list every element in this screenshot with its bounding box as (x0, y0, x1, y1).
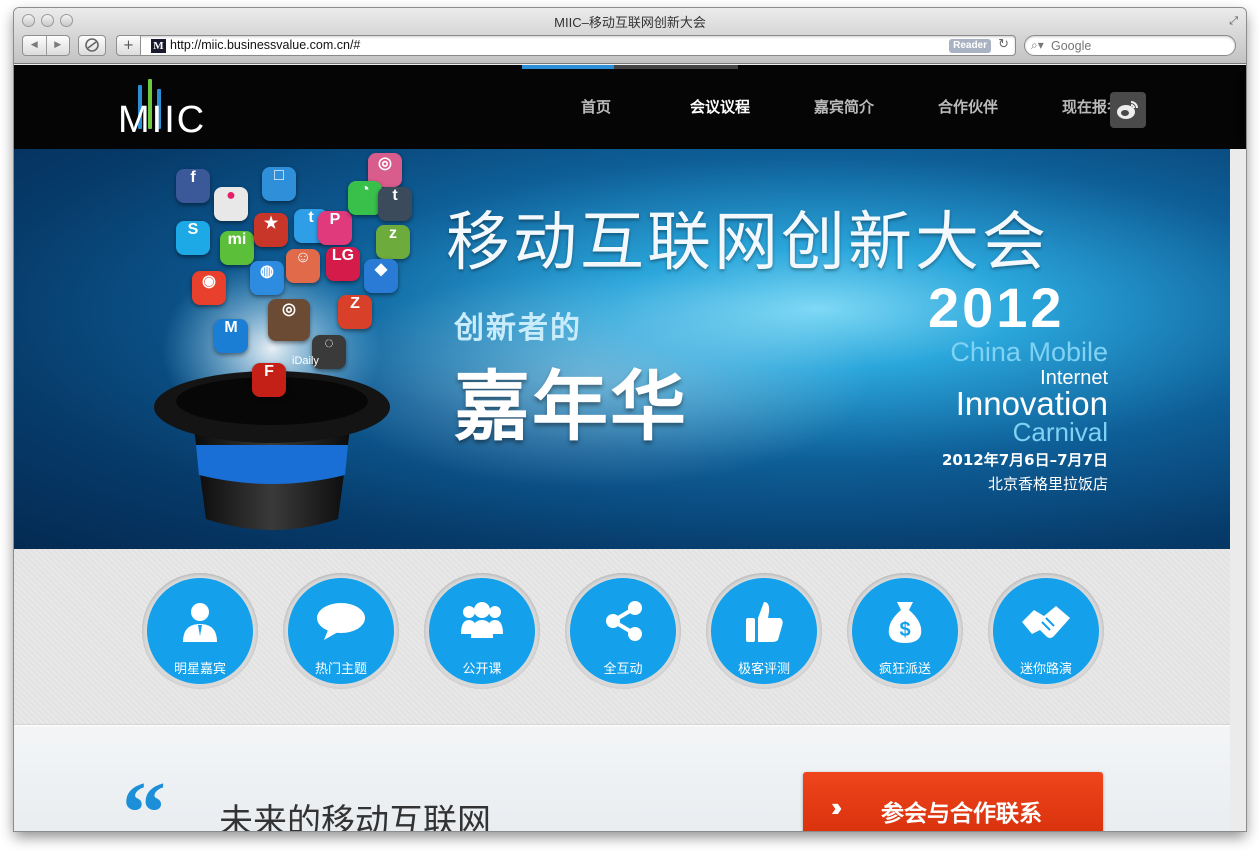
feature-circle: 全互动 (570, 578, 676, 684)
search-icon[interactable]: ⌕▾ (1031, 38, 1044, 53)
zite-icon: z (376, 225, 410, 259)
feature-circle: 迷你路演 (993, 578, 1099, 684)
history-buttons: ◀ ▶ (22, 35, 70, 56)
url-text[interactable]: http://miic.businessvalue.com.cn/# (170, 38, 360, 52)
hat-label: iDaily (292, 355, 319, 367)
banner-year: 2012 (928, 276, 1065, 339)
reader-button[interactable]: Reader (949, 39, 991, 53)
back-icon[interactable]: ◀ (23, 36, 46, 55)
section-title: 未来的移动互联网 (219, 802, 491, 831)
address-bar[interactable]: + M http://miic.businessvalue.com.cn/# R… (116, 35, 1016, 56)
share-page-icon (85, 38, 99, 52)
weibo-icon (1117, 101, 1138, 119)
feature-label: 全互动 (603, 662, 643, 677)
share-icon (570, 600, 676, 642)
search-input[interactable] (1051, 38, 1226, 53)
vertical-scrollbar[interactable] (1236, 73, 1244, 143)
feature-strip: 明星嘉宾 热门主题 公开课 全互动 极客评测 $ 疯狂派送 迷你路演 (14, 549, 1230, 725)
quote-icon: “ (122, 765, 166, 832)
feature-label: 极客评测 (737, 662, 790, 677)
mask-icon: ☺ (286, 249, 320, 283)
feature-circle: 公开课 (429, 578, 535, 684)
search-field[interactable]: ⌕▾ (1024, 35, 1236, 56)
person-icon (147, 600, 253, 642)
content-section: “ 未来的移动互联网 ›› 参会与合作联系 (14, 725, 1230, 831)
window-title: MIIC–移动互联网创新大会 (554, 15, 706, 30)
svg-text:$: $ (899, 619, 910, 641)
handshake-icon (993, 600, 1099, 642)
browser-window: MIIC–移动互联网创新大会 ⤢ ◀ ▶ + M http://miic.bus… (14, 8, 1246, 831)
star-icon: ★ (254, 213, 288, 247)
reload-icon[interactable]: ↻ (998, 37, 1009, 52)
nav-partners[interactable]: 合作伙伴 (906, 65, 1030, 149)
feature-open-class[interactable]: 公开课 (424, 573, 540, 689)
page-viewport: MIIC 首页 会议议程 嘉宾简介 合作伙伴 现在报名 f □ ◎ ● S mi… (14, 65, 1246, 831)
fullscreen-icon[interactable]: ⤢ (1229, 14, 1238, 28)
group-icon (429, 600, 535, 642)
money-bag-icon: $ (852, 600, 958, 643)
chat-icon: mi (220, 231, 254, 265)
thumbs-up-icon (711, 600, 817, 642)
nav-speakers[interactable]: 嘉宾简介 (782, 65, 906, 149)
feature-label: 迷你路演 (1019, 662, 1072, 677)
flickr-icon: ● (214, 187, 248, 221)
weibo-button[interactable] (1110, 92, 1146, 128)
feature-label: 疯狂派送 (878, 662, 931, 677)
feature-label: 明星嘉宾 (173, 662, 226, 677)
banner-venue: 北京香格里拉饭店 (987, 475, 1108, 493)
tumblr-icon: t (378, 187, 412, 221)
browser-toolbar: MIIC–移动互联网创新大会 ⤢ ◀ ▶ + M http://miic.bus… (14, 8, 1246, 64)
feature-geek-review[interactable]: 极客评测 (706, 573, 822, 689)
wechat-icon: ◔ (348, 181, 382, 215)
banner-subtitle-1: 创新者的 (454, 311, 582, 346)
main-menu: 首页 会议议程 嘉宾简介 合作伙伴 现在报名 (534, 65, 1154, 149)
contact-button[interactable]: ›› 参会与合作联系 (803, 772, 1103, 831)
banner-en-line-1: China Mobile (950, 337, 1108, 367)
feature-giveaway[interactable]: $ 疯狂派送 (847, 573, 963, 689)
site-header: MIIC 首页 会议议程 嘉宾简介 合作伙伴 现在报名 (14, 65, 1246, 149)
feature-circle: $ 疯狂派送 (852, 578, 958, 684)
maxthon-icon: M (214, 319, 248, 353)
forward-icon[interactable]: ▶ (45, 36, 70, 55)
feature-star-guests[interactable]: 明星嘉宾 (142, 573, 258, 689)
banner-date: 2012年7月6日–7月7日 (942, 451, 1108, 469)
hero-banner: f □ ◎ ● S mi ★ t P ◔ t z ◉ ◍ ☺ LG ◆ ◎ Z … (14, 149, 1230, 549)
pinterest-icon: P (318, 211, 352, 245)
instagram-icon: ◎ (268, 299, 310, 341)
contact-button-label: 参会与合作联系 (881, 801, 1042, 827)
weibo-app-icon: ◉ (192, 271, 226, 305)
logo-text: MIIC (118, 99, 207, 141)
facebook-icon: f (176, 169, 210, 203)
skype-icon: S (176, 221, 210, 255)
nav-home[interactable]: 首页 (534, 65, 658, 149)
site-logo[interactable]: MIIC (118, 75, 208, 141)
dropbox-icon: ◆ (364, 259, 398, 293)
magic-hat-illustration: f □ ◎ ● S mi ★ t P ◔ t z ◉ ◍ ☺ LG ◆ ◎ Z … (142, 149, 412, 549)
feature-circle: 热门主题 (288, 578, 394, 684)
feature-label: 热门主题 (314, 662, 367, 677)
banner-subtitle-2: 嘉年华 (454, 362, 688, 451)
banner-en-line-4: Carnival (1012, 417, 1108, 447)
favicon-icon: M (151, 39, 166, 53)
feature-circle: 极客评测 (711, 578, 817, 684)
feature-interaction[interactable]: 全互动 (565, 573, 681, 689)
feature-hot-topics[interactable]: 热门主题 (283, 573, 399, 689)
flipboard-icon: F (252, 363, 286, 397)
app-icon: □ (262, 167, 296, 201)
lg-icon: LG (326, 247, 360, 281)
new-tab-button[interactable]: + (116, 35, 141, 56)
zhihu-icon: Z (338, 295, 372, 329)
feature-label: 公开课 (462, 662, 502, 677)
share-button[interactable] (78, 35, 106, 56)
feature-circle: 明星嘉宾 (147, 578, 253, 684)
nav-agenda[interactable]: 会议议程 (658, 65, 782, 149)
speech-bubble-icon (288, 600, 394, 642)
feature-mini-roadshow[interactable]: 迷你路演 (988, 573, 1104, 689)
banner-title: 移动互联网创新大会 (446, 206, 1049, 280)
baidu-icon: ◍ (250, 261, 284, 295)
double-chevron-icon: ›› (831, 792, 843, 822)
